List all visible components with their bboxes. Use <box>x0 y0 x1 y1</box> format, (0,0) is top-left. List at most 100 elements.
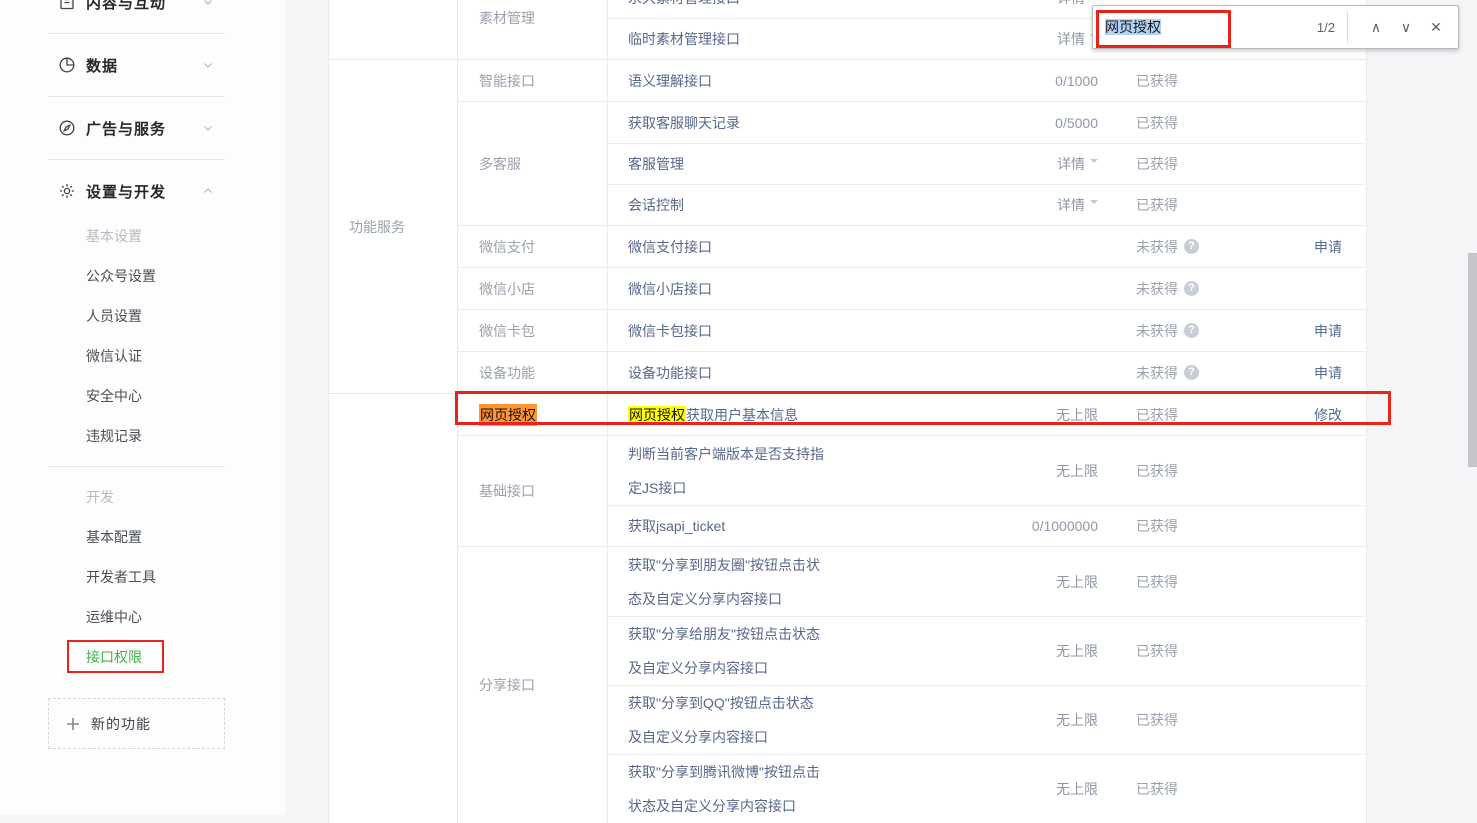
detail-dropdown[interactable]: 详情 <box>928 29 1098 49</box>
group-rows: 微信卡包接口未获得?申请 <box>608 310 1366 351</box>
find-bar-divider <box>1347 11 1348 43</box>
group-category-cell: 智能接口 <box>458 60 608 101</box>
status-text: 已获得 <box>1136 154 1178 174</box>
table-row: 获取客服聊天记录0/5000已获得 <box>608 102 1366 143</box>
group-category-cell: 多客服 <box>458 102 608 225</box>
new-feature-label: 新的功能 <box>91 714 151 734</box>
sidebar-item-label: 数据 <box>86 55 202 76</box>
table-row: 设备功能接口未获得?申请 <box>608 352 1366 393</box>
interface-name: 获取"分享到朋友圈"按钮点击状 态及自定义分享内容接口 <box>628 548 928 616</box>
vertical-scrollbar-thumb[interactable] <box>1468 253 1477 467</box>
group-rows: 微信支付接口未获得?申请 <box>608 226 1366 267</box>
sidebar-item-运维中心[interactable]: 运维中心 <box>0 597 285 637</box>
sidebar-item-ads[interactable]: 广告与服务 <box>0 108 285 148</box>
sidebar-divider <box>48 33 225 34</box>
group-rows: 获取客服聊天记录0/5000已获得客服管理详情已获得会话控制详情已获得 <box>608 102 1366 225</box>
table-row: 获取"分享到腾讯微博"按钮点击 状态及自定义分享内容接口无上限已获得 <box>608 754 1366 823</box>
find-close-button[interactable]: ✕ <box>1424 15 1448 39</box>
status-text: 已获得 <box>1136 405 1178 425</box>
interface-name: 语义理解接口 <box>628 64 928 98</box>
group-rows: 语义理解接口0/1000 已获得 <box>608 60 1366 101</box>
table-row: 语义理解接口0/1000 已获得 <box>608 60 1366 101</box>
interface-name: 判断当前客户端版本是否支持指 定JS接口 <box>628 437 928 505</box>
find-previous-button[interactable]: ∧ <box>1364 15 1388 39</box>
table-group: 智能接口语义理解接口0/1000 已获得 <box>458 60 1366 101</box>
table-row: 判断当前客户端版本是否支持指 定JS接口无上限已获得 <box>608 436 1366 505</box>
group-rows: 获取"分享到朋友圈"按钮点击状 态及自定义分享内容接口无上限已获得获取"分享给朋… <box>608 547 1366 823</box>
table-row: 获取jsapi_ticket0/1000000已获得 <box>608 505 1366 546</box>
sidebar-item-安全中心[interactable]: 安全中心 <box>0 376 285 416</box>
sidebar-item-基本配置[interactable]: 基本配置 <box>0 517 285 557</box>
new-feature-button[interactable]: 新的功能 <box>48 698 225 749</box>
sidebar-sub-divider <box>48 466 225 467</box>
section-groups: 网页授权网页授权获取用户基本信息无上限已获得修改基础接口判断当前客户端版本是否支… <box>458 394 1366 823</box>
help-icon[interactable]: ? <box>1184 239 1199 254</box>
plus-icon <box>65 716 81 732</box>
status-text: 已获得 <box>1136 71 1178 91</box>
sidebar-item-data[interactable]: 数据 <box>0 45 285 85</box>
help-icon[interactable]: ? <box>1184 323 1199 338</box>
status-text: 未获得? <box>1136 363 1199 383</box>
sidebar-divider <box>48 159 225 160</box>
sidebar-sub-list: 基本设置公众号设置人员设置微信认证安全中心违规记录开发基本配置开发者工具运维中心… <box>0 216 285 677</box>
action-link-修改[interactable]: 修改 <box>1314 405 1342 425</box>
interface-name: 网页授权获取用户基本信息 <box>628 398 928 432</box>
group-category-cell: 设备功能 <box>458 352 608 393</box>
dropdown-caret-icon <box>1090 0 1098 1</box>
table-section: 功能服务智能接口语义理解接口0/1000已获得多客服获取客服聊天记录0/5000… <box>329 59 1366 393</box>
action-link-申请[interactable]: 申请 <box>1314 363 1342 383</box>
table-group: 设备功能设备功能接口未获得?申请 <box>458 351 1366 393</box>
find-next-button[interactable]: ∨ <box>1394 15 1418 39</box>
sidebar-item-公众号设置[interactable]: 公众号设置 <box>0 256 285 296</box>
status-text: 已获得 <box>1136 572 1178 592</box>
table-row: 获取"分享到QQ"按钮点击状态 及自定义分享内容接口无上限已获得 <box>608 685 1366 754</box>
sidebar-item-人员设置[interactable]: 人员设置 <box>0 296 285 336</box>
interface-name: 获取"分享给朋友"按钮点击状态 及自定义分享内容接口 <box>628 617 928 685</box>
interface-name: 客服管理 <box>628 147 928 181</box>
sidebar-item-settings[interactable]: 设置与开发 <box>0 171 285 211</box>
status-text: 已获得 <box>1136 516 1178 536</box>
sidebar-divider <box>48 96 225 97</box>
status-text: 已获得 <box>1136 461 1178 481</box>
table-group: 微信卡包微信卡包接口未获得?申请 <box>458 309 1366 351</box>
sidebar-item-label: 广告与服务 <box>86 118 202 139</box>
status-text: 未获得? <box>1136 321 1199 341</box>
sidebar-item-content[interactable]: 内容与互动 <box>0 0 285 22</box>
detail-dropdown[interactable]: 详情 <box>928 0 1098 8</box>
interface-name: 会话控制 <box>628 188 928 222</box>
detail-dropdown[interactable]: 详情 <box>928 154 1098 174</box>
status-text: 已获得 <box>1136 195 1178 215</box>
quota-value: 0/1000 <box>928 73 1098 89</box>
action-link-申请[interactable]: 申请 <box>1314 321 1342 341</box>
sidebar-item-微信认证[interactable]: 微信认证 <box>0 336 285 376</box>
quota-value: 无上限 <box>928 572 1098 592</box>
chevron-down-icon <box>202 0 214 8</box>
action-link-申请[interactable]: 申请 <box>1314 237 1342 257</box>
interface-name: 获取"分享到QQ"按钮点击状态 及自定义分享内容接口 <box>628 686 928 754</box>
table-row: 微信小店接口未获得? <box>608 268 1366 309</box>
group-category-cell: 分享接口 <box>458 547 608 823</box>
find-input[interactable]: 网页授权 <box>1105 17 1317 37</box>
help-icon[interactable]: ? <box>1184 281 1199 296</box>
section-category-cell <box>329 394 458 823</box>
find-match: 网页授权 <box>628 406 686 424</box>
help-icon[interactable]: ? <box>1184 365 1199 380</box>
content-icon <box>58 0 76 11</box>
sidebar-item-接口权限[interactable]: 接口权限 <box>0 637 285 677</box>
detail-dropdown[interactable]: 详情 <box>928 195 1098 215</box>
table-group: 微信支付微信支付接口未获得?申请 <box>458 225 1366 267</box>
find-query-text: 网页授权 <box>1105 19 1161 35</box>
sidebar-item-违规记录[interactable]: 违规记录 <box>0 416 285 456</box>
table-row: 微信卡包接口未获得?申请 <box>608 310 1366 351</box>
dropdown-caret-icon <box>1090 159 1098 167</box>
group-rows: 网页授权获取用户基本信息无上限已获得修改 <box>608 394 1366 435</box>
chevron-down-icon <box>202 59 214 71</box>
quota-value: 无上限 <box>928 710 1098 730</box>
data-icon <box>58 56 76 74</box>
find-match-active: 网页授权 <box>479 404 537 426</box>
quota-value: 0/1000000 <box>928 518 1098 534</box>
section-groups: 智能接口语义理解接口0/1000已获得多客服获取客服聊天记录0/5000已获得客… <box>458 60 1366 393</box>
sidebar-group-header-基本设置: 基本设置 <box>0 216 285 256</box>
table-row: 微信支付接口未获得?申请 <box>608 226 1366 267</box>
sidebar-item-开发者工具[interactable]: 开发者工具 <box>0 557 285 597</box>
